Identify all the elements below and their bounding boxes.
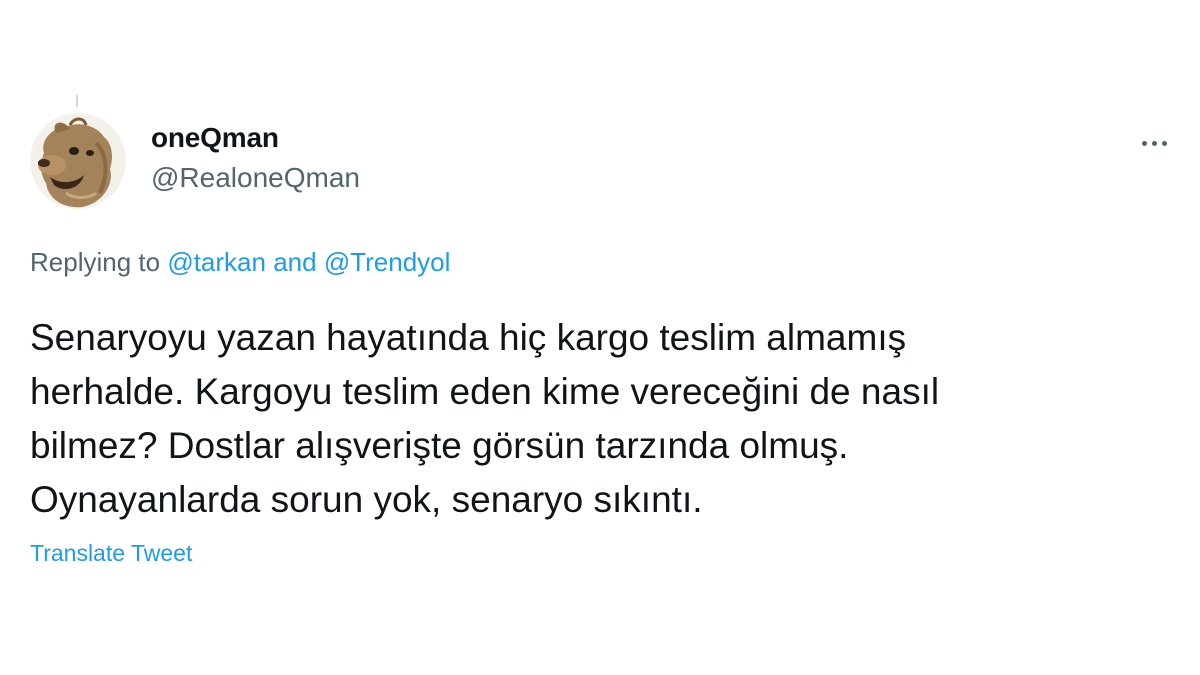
replying-to-line: Replying to @tarkan and @Trendyol [30,247,450,278]
more-horizontal-icon-dot [1161,140,1167,146]
tweet-text-line: herhalde. Kargoyu teslim eden kime verec… [30,371,940,412]
thread-connector-line [76,95,78,107]
alf-avatar-icon [30,113,126,209]
tweet-text-line: Senaryoyu yazan hayatında hiç kargo tesl… [30,317,907,358]
more-options-button[interactable] [1134,128,1174,158]
more-horizontal-icon [1141,140,1147,146]
tweet-text-line: bilmez? Dostlar alışverişte görsün tarzı… [30,425,849,466]
replying-to-prefix: Replying to [30,247,161,277]
mention-link-trendyol[interactable]: @Trendyol [324,247,451,277]
replying-connector[interactable]: and [273,247,316,277]
author-display-name[interactable]: oneQman [151,122,279,154]
translate-tweet-link[interactable]: Translate Tweet [30,540,192,567]
tweet-text: Senaryoyu yazan hayatında hiç kargo tesl… [30,311,1180,527]
mention-link-tarkan[interactable]: @tarkan [167,247,266,277]
tweet-text-line: Oynayanlarda sorun yok, senaryo sıkıntı. [30,479,703,520]
more-horizontal-icon-dot [1151,140,1157,146]
avatar[interactable] [30,113,126,209]
author-handle[interactable]: @RealoneQman [151,162,360,194]
